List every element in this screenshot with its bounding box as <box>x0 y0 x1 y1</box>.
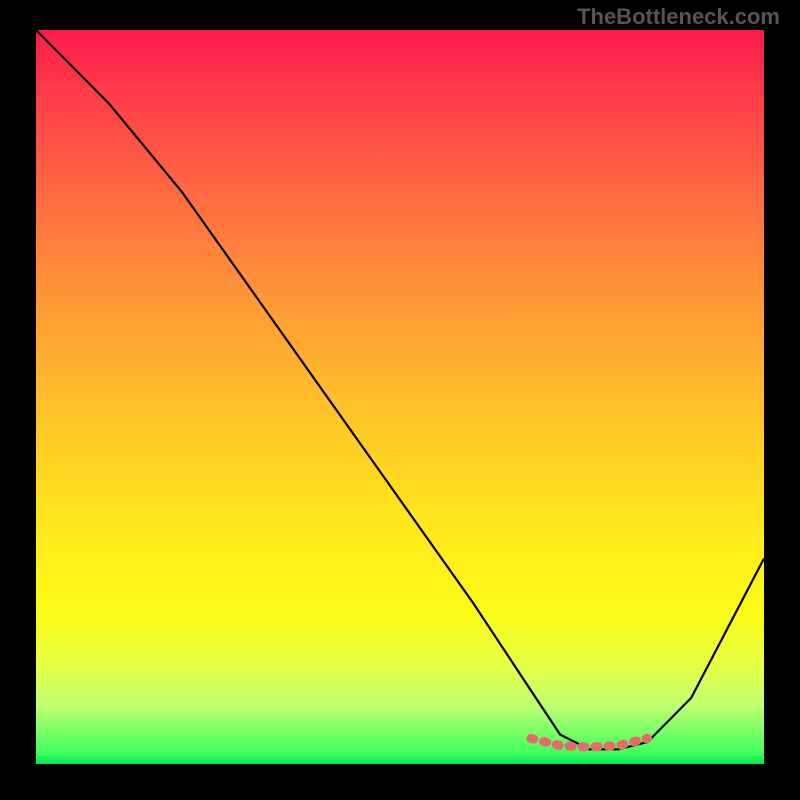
chart-plot-area <box>36 30 764 764</box>
watermark-text: TheBottleneck.com <box>577 4 780 30</box>
chart-svg <box>36 30 764 764</box>
bottleneck-curve-line <box>36 30 764 749</box>
